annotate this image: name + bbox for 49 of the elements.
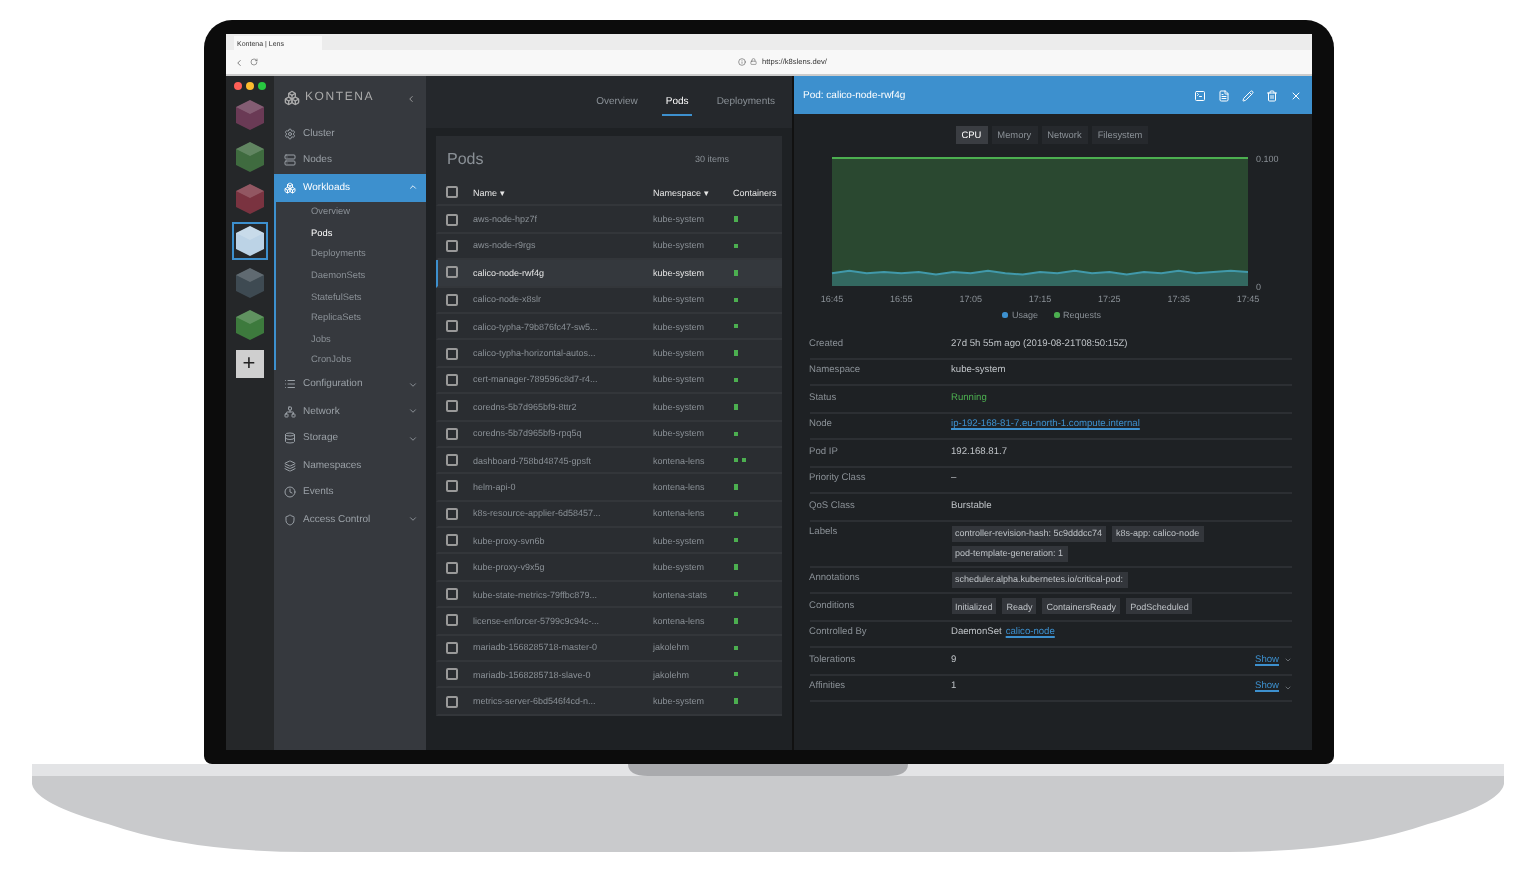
row-checkbox[interactable] (445, 588, 457, 601)
document-icon[interactable] (1217, 89, 1229, 101)
window-controls-icon[interactable] (233, 82, 265, 90)
close-icon[interactable] (1289, 89, 1301, 101)
row-checkbox[interactable] (445, 400, 457, 413)
clock-icon (283, 486, 295, 498)
row-checkbox[interactable] (445, 347, 457, 360)
back-icon[interactable] (233, 57, 243, 67)
row-checkbox[interactable] (445, 480, 457, 493)
boxes-icon (283, 181, 295, 194)
delete-icon[interactable] (1265, 89, 1277, 101)
row-checkbox[interactable] (445, 213, 457, 226)
row-checkbox[interactable] (445, 293, 457, 306)
terminal-icon[interactable] (1193, 89, 1205, 101)
row-checkbox[interactable] (445, 641, 457, 654)
chevron-icon (407, 514, 417, 524)
row-checkbox[interactable] (445, 561, 457, 574)
row-checkbox[interactable] (445, 614, 457, 627)
lock-icon (750, 58, 758, 66)
chevron-icon (407, 433, 417, 443)
reload-icon[interactable] (249, 58, 257, 66)
row-checkbox[interactable] (445, 695, 457, 708)
server-icon (283, 154, 295, 167)
row-checkbox[interactable] (445, 373, 457, 386)
select-all-checkbox[interactable] (445, 186, 457, 199)
list-icon (283, 378, 295, 390)
row-checkbox[interactable] (445, 507, 457, 520)
layers-icon (283, 459, 295, 471)
chevron-icon (407, 406, 417, 416)
chevron-icon (407, 379, 417, 389)
row-checkbox[interactable] (445, 454, 457, 467)
cluster-icon[interactable] (233, 224, 265, 258)
edit-icon[interactable] (1241, 89, 1253, 101)
row-checkbox[interactable] (445, 427, 457, 440)
info-icon (738, 58, 747, 66)
row-checkbox[interactable] (445, 239, 457, 252)
row-checkbox[interactable] (445, 668, 457, 681)
collapse-icon[interactable] (405, 93, 415, 103)
shield-icon (283, 513, 295, 525)
database-icon (283, 432, 295, 444)
panel-title: Pods (447, 149, 486, 167)
row-checkbox[interactable] (445, 266, 457, 279)
add-cluster-button[interactable]: + (235, 350, 263, 378)
gear-icon (283, 127, 295, 140)
chevron-icon (407, 182, 417, 193)
network-icon (283, 405, 295, 417)
row-checkbox[interactable] (445, 534, 457, 547)
row-checkbox[interactable] (445, 320, 457, 333)
logo-icon (283, 90, 299, 106)
